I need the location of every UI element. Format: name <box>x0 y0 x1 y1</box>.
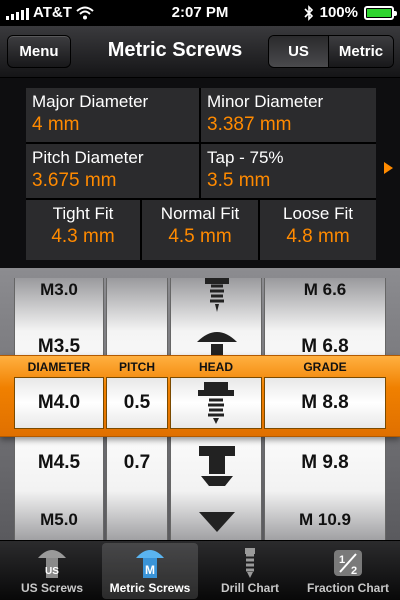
selected-grade[interactable]: M 8.8 <box>264 377 386 429</box>
selected-head[interactable] <box>170 377 262 429</box>
tight-fit-label: Tight Fit <box>52 204 114 223</box>
unit-segmented-control: US Metric <box>268 35 394 68</box>
tight-fit-cell: Tight Fit 4.3 mm <box>26 200 140 260</box>
pitch-diameter-cell: Pitch Diameter 3.675 mm <box>26 144 199 198</box>
next-arrow-icon[interactable] <box>384 162 393 174</box>
us-screw-icon: US <box>38 550 66 578</box>
tap-cell: Tap - 75% 3.5 mm <box>201 144 376 198</box>
battery-icon <box>364 5 397 20</box>
drill-chart-icon <box>245 548 255 578</box>
grade-option[interactable]: M 9.8 <box>265 452 385 474</box>
tab-us-screws-label: US Screws <box>20 581 84 595</box>
selected-diameter[interactable]: M4.0 <box>14 377 104 429</box>
grade-option[interactable]: M 6.6 <box>265 280 385 300</box>
tap-label: Tap - 75% <box>207 148 284 167</box>
flat-head-icon[interactable] <box>197 510 237 540</box>
major-diameter-value: 4 mm <box>32 114 80 135</box>
tab-drill-chart[interactable]: Drill Chart <box>202 543 298 599</box>
battery-percent: 100% <box>319 4 358 21</box>
major-diameter-label: Major Diameter <box>32 92 149 111</box>
tab-drill-chart-label: Drill Chart <box>220 581 279 595</box>
tight-fit-value: 4.3 mm <box>51 226 115 247</box>
tab-metric-screws-label: Metric Screws <box>109 581 191 595</box>
tab-bar: US US Screws M Metric Screws Drill Chart <box>0 540 400 600</box>
selected-pitch[interactable]: 0.5 <box>106 377 168 429</box>
head-header: HEAD <box>198 360 233 374</box>
segment-us[interactable]: US <box>269 36 329 67</box>
status-right: 100% <box>304 4 397 21</box>
tab-metric-screws[interactable]: M Metric Screws <box>102 543 198 599</box>
diameter-header: DIAMETER <box>27 360 91 374</box>
normal-fit-value: 4.5 mm <box>168 226 232 247</box>
countersunk-head-icon[interactable] <box>195 446 239 490</box>
loose-fit-value: 4.8 mm <box>286 226 350 247</box>
bluetooth-icon <box>304 4 313 21</box>
normal-fit-label: Normal Fit <box>160 204 240 223</box>
menu-button[interactable]: Menu <box>7 35 71 68</box>
diameter-option[interactable]: M3.0 <box>15 280 103 300</box>
svg-text:1: 1 <box>339 554 345 566</box>
segment-metric[interactable]: Metric <box>329 36 393 67</box>
navigation-bar: Menu Metric Screws US Metric <box>0 26 400 78</box>
screw-head-icon[interactable] <box>197 278 237 318</box>
tap-value: 3.5 mm <box>207 170 271 191</box>
tab-us-screws[interactable]: US US Screws <box>4 543 100 599</box>
major-diameter-cell: Major Diameter 4 mm <box>26 88 199 142</box>
pitch-option[interactable]: 0.7 <box>107 452 167 474</box>
svg-text:US: US <box>45 566 59 577</box>
status-bar: AT&T 2:07 PM 100% <box>0 0 400 26</box>
tab-fraction-chart-label: Fraction Chart <box>306 581 389 595</box>
picker-selection-band: DIAMETER PITCH HEAD GRADE M4.0 0.5 M 8.8 <box>0 355 400 437</box>
pitch-diameter-value: 3.675 mm <box>32 170 117 191</box>
info-panel: Major Diameter 4 mm Minor Diameter 3.387… <box>26 88 376 260</box>
tab-fraction-chart[interactable]: 1 2 Fraction Chart <box>300 543 396 599</box>
svg-text:2: 2 <box>351 565 357 577</box>
loose-fit-cell: Loose Fit 4.8 mm <box>260 200 376 260</box>
svg-text:M: M <box>145 563 155 577</box>
metric-screw-icon: M <box>136 550 164 578</box>
loose-fit-label: Loose Fit <box>283 204 353 223</box>
fraction-chart-icon: 1 2 <box>334 550 362 577</box>
pitch-header: PITCH <box>119 360 155 374</box>
diameter-option[interactable]: M5.0 <box>15 510 103 530</box>
grade-option[interactable]: M 10.9 <box>265 510 385 530</box>
minor-diameter-value: 3.387 mm <box>207 114 292 135</box>
grade-header: GRADE <box>303 360 347 374</box>
minor-diameter-label: Minor Diameter <box>207 92 324 111</box>
minor-diameter-cell: Minor Diameter 3.387 mm <box>201 88 376 142</box>
pitch-diameter-label: Pitch Diameter <box>32 148 144 167</box>
page-title: Metric Screws <box>107 39 243 61</box>
hex-flange-head-icon <box>198 382 234 424</box>
normal-fit-cell: Normal Fit 4.5 mm <box>142 200 258 260</box>
diameter-option[interactable]: M4.5 <box>15 452 103 474</box>
